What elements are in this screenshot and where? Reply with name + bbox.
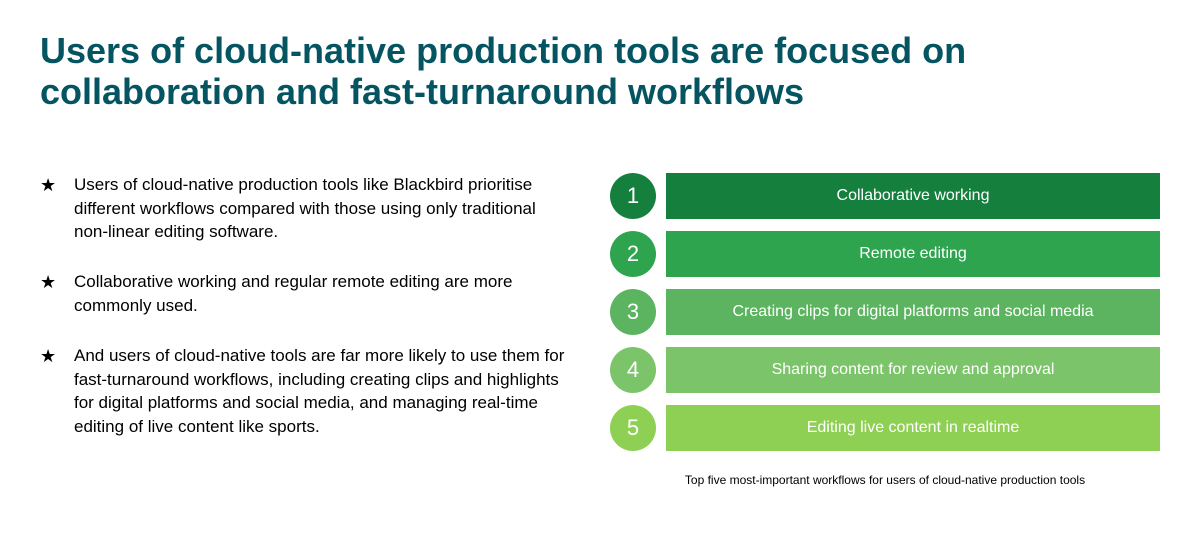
star-icon: ★ (40, 270, 74, 295)
rank-row-4: 4 Sharing content for review and approva… (610, 347, 1160, 393)
rank-number: 2 (610, 231, 656, 277)
rank-number: 3 (610, 289, 656, 335)
rank-label: Collaborative working (666, 173, 1160, 219)
star-icon: ★ (40, 344, 74, 369)
rank-label: Remote editing (666, 231, 1160, 277)
rank-number: 4 (610, 347, 656, 393)
rank-label: Editing live content in realtime (666, 405, 1160, 451)
content-row: ★ Users of cloud-native production tools… (40, 173, 1160, 487)
star-icon: ★ (40, 173, 74, 198)
rank-label: Sharing content for review and approval (666, 347, 1160, 393)
bullet-text: Collaborative working and regular remote… (74, 270, 570, 318)
rank-row-3: 3 Creating clips for digital platforms a… (610, 289, 1160, 335)
bullets-column: ★ Users of cloud-native production tools… (40, 173, 570, 487)
bullet-text: And users of cloud-native tools are far … (74, 344, 570, 439)
rank-row-1: 1 Collaborative working (610, 173, 1160, 219)
page-title: Users of cloud-native production tools a… (40, 30, 1090, 113)
bullet-item: ★ And users of cloud-native tools are fa… (40, 344, 570, 439)
chart-caption: Top five most-important workflows for us… (610, 473, 1160, 487)
rank-row-5: 5 Editing live content in realtime (610, 405, 1160, 451)
bullet-item: ★ Collaborative working and regular remo… (40, 270, 570, 318)
bullet-text: Users of cloud-native production tools l… (74, 173, 570, 244)
rank-row-2: 2 Remote editing (610, 231, 1160, 277)
rank-number: 1 (610, 173, 656, 219)
bullet-item: ★ Users of cloud-native production tools… (40, 173, 570, 244)
ranked-list: 1 Collaborative working 2 Remote editing… (610, 173, 1160, 487)
rank-number: 5 (610, 405, 656, 451)
rank-label: Creating clips for digital platforms and… (666, 289, 1160, 335)
